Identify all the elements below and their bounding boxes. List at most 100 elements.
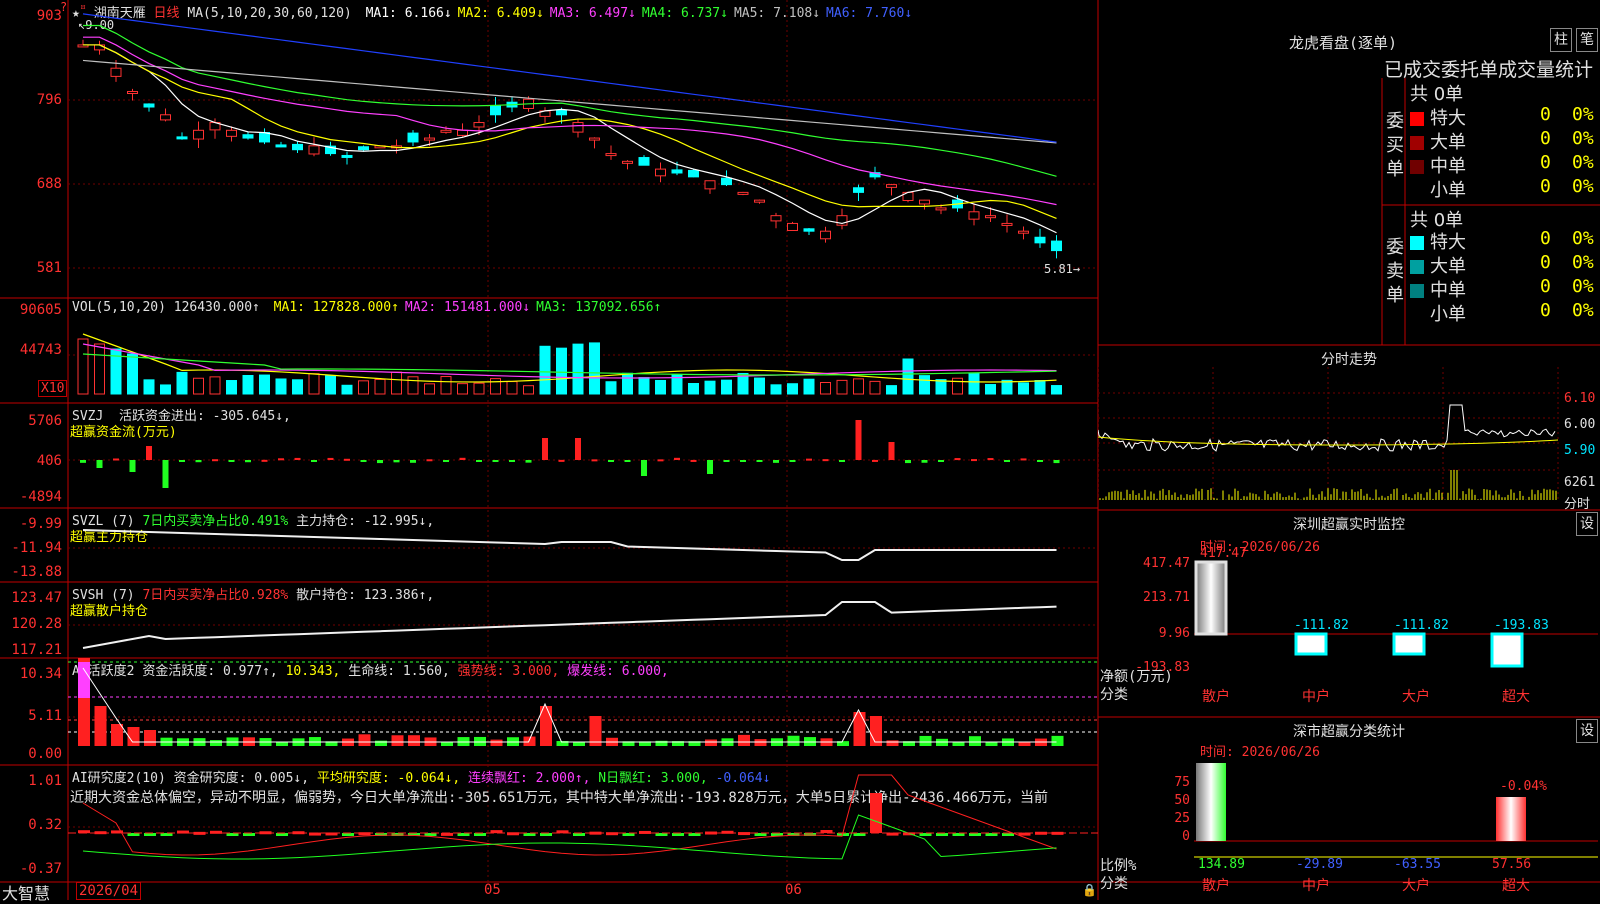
volume-bar [869,380,881,395]
svzl-panel[interactable]: -9.99 -11.94 -13.88 SVZL (7) 7日内买卖净占比0.4… [0,508,1098,582]
tab-tick-button[interactable]: 笔 [1576,28,1598,52]
fund-flow-bar [228,460,235,462]
volume-bar [919,375,930,395]
legend-swatch [1410,184,1424,198]
volume-bar [820,381,831,395]
activity-bar [490,739,503,746]
main-price-panel[interactable]: 903 796 688 581 ★¤ 湖南天雁 日线 MA(5,10,20,30… [0,0,1098,298]
fund-flow-bar [674,457,680,460]
order-type: 小单 [1430,304,1466,325]
fund-flow-bar [261,459,268,462]
classify-bar [1496,797,1526,841]
fund-flow-bar [393,460,400,463]
candle-body [193,129,204,140]
activity-bar [1051,735,1064,746]
activity-bar [738,734,750,746]
volume-bar [935,379,947,395]
order-count: 0 [1540,300,1551,321]
ai-activity-panel[interactable]: 10.34 5.11 0.00 AI活跃度2 资金活跃度: 0.977↑, 10… [0,658,1098,765]
order-type: 中单 [1430,280,1466,301]
fund-flow-bar [624,460,631,462]
dragon-title: 龙虎看盘(逐单) [1288,34,1398,52]
buy-label: 委买单 [1386,111,1404,180]
candle-body [473,122,485,128]
fund-flow-bar [525,460,532,463]
volume-bar [605,381,617,395]
svsh-panel[interactable]: 123.47 120.28 117.21 SVSH (7) 7日内买卖净占比0.… [0,582,1098,658]
candle-body [424,137,435,141]
volume-bar [539,345,551,395]
activity-bar [952,741,965,746]
fund-flow-bar [443,460,449,462]
realtime-monitor-panel[interactable]: 深圳超赢实时监控 设 时间: 2026/06/26 417.47 213.71 … [1098,510,1600,717]
volume-bar [473,382,485,395]
candle-body [94,44,105,51]
candle-body [242,134,254,139]
activity-bar [276,741,288,746]
volume-panel[interactable]: 90605 44743 X10 VOL(5,10,20) 126430.000↑… [0,298,1098,403]
volume-bar [308,373,320,395]
fund-flow-bar [179,460,185,462]
candle-body [1018,230,1029,234]
research-bar [870,793,882,833]
activity-bar [886,740,899,746]
volume-bar [902,358,914,395]
candle-body [803,228,815,232]
candle-body [671,169,683,174]
fund-flow-bar [1037,460,1043,462]
classify-value: 57.56 [1492,857,1532,872]
tab-bar-button[interactable]: 柱 [1550,28,1572,52]
volume-bar [985,384,996,395]
dragon-tiger-panel[interactable]: 龙虎看盘(逐单) 柱 笔 已成交委托单成交量统计 委买单 委卖单 共 0单 共 … [1098,0,1600,345]
classify-stats-panel[interactable]: 深市超赢分类统计 设 时间: 2026/06/26 75 50 25 0 -0.… [1098,717,1600,900]
fund-flow-bar [509,460,515,462]
ma-line [82,13,1057,143]
volume-bar [688,383,699,395]
fund-flow-bar [855,420,862,460]
monitor-value: -111.82 [1294,618,1349,633]
classify-category: 超大 [1502,878,1530,894]
intraday-panel[interactable]: 分时走势 6.10 6.00 5.90 6261 分时 [1098,345,1600,512]
volume-bar [952,377,963,395]
legend-swatch [1410,136,1424,150]
volume-bar [259,374,270,395]
lock-icon[interactable]: 🔒 [1082,883,1097,897]
candle-body [490,105,501,116]
fund-flow-bar [129,460,136,472]
fund-flow-bar [806,458,812,461]
activity-bar [969,736,981,746]
fund-flow-bar [1004,460,1010,462]
candle-body [556,109,567,116]
volume-bar [226,380,237,395]
svzj-panel[interactable]: 5706 406 -4894 SVZJ 活跃资金进出: -305.645↓, 超… [0,403,1098,508]
ai-research-panel[interactable]: 1.01 0.32 -0.37 AI研究度2(10) 资金研究度: 0.005↓… [0,765,1098,882]
candle-body [820,230,831,240]
order-row-4: 小单 [1410,300,1466,326]
monitor-category: 大户 [1402,689,1430,705]
volume-bar [787,383,798,395]
volume-bar [127,353,138,395]
classify-value: -63.55 [1394,857,1441,872]
dragon-header: 已成交委托单成交量统计 [1384,59,1594,81]
fund-flow-bar [987,458,994,461]
order-percent: 0% [1572,104,1594,125]
order-row-3: 中单 [1410,152,1466,178]
volume-bar [853,378,864,395]
fund-flow-bar [146,446,152,460]
activity-bar [408,735,420,746]
fund-flow-bar [344,458,350,461]
volume-bar [572,343,584,395]
monitor-bar [1294,632,1328,656]
order-row-4: 小单 [1410,176,1466,202]
volume-bar [1034,380,1046,395]
candle-body [1034,236,1046,244]
fund-flow-bar [426,459,433,462]
volume-bar [556,347,567,395]
indicator-line [82,601,1057,649]
candle-body [160,114,171,121]
order-type: 小单 [1430,180,1466,201]
classify-chart [1194,763,1598,858]
fund-flow-bar [822,459,829,462]
fund-flow-bar [327,457,334,460]
volume-bar [457,383,468,395]
